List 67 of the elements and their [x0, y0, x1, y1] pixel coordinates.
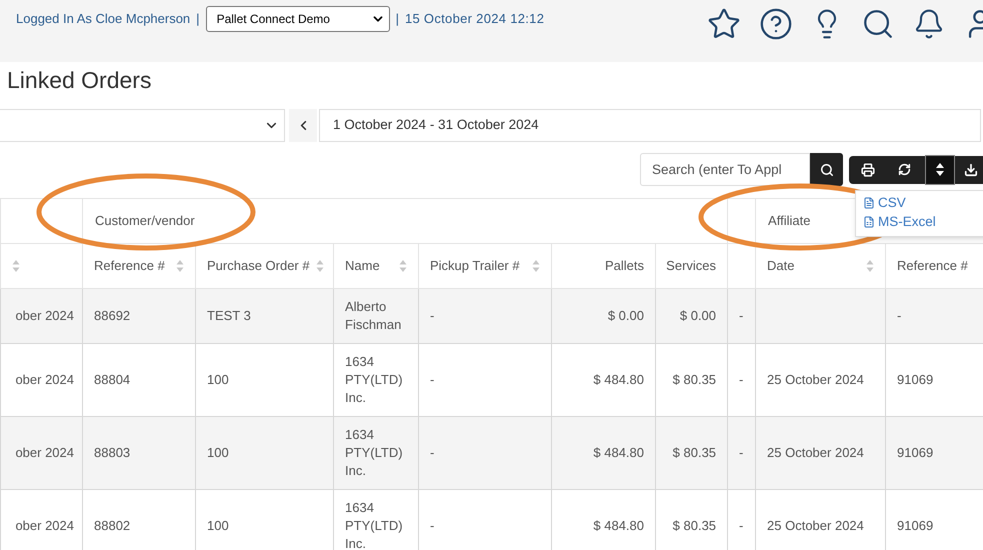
table-cell: -	[739, 308, 744, 323]
table-cell: TEST 3	[207, 308, 251, 323]
notifications-icon[interactable]	[913, 8, 945, 40]
table-cell: 88804	[94, 372, 130, 387]
table-cell: 1634 PTY(LTD) Inc.	[345, 354, 403, 405]
table-cell: -	[739, 372, 744, 387]
table-cell: 88692	[94, 308, 130, 323]
table-cell: 91069	[897, 372, 934, 387]
separator: |	[196, 10, 200, 28]
group-header: Customer/vendor	[95, 213, 195, 228]
table-cell: $ 484.80	[593, 518, 644, 533]
toggle-columns-button[interactable]	[925, 154, 955, 184]
table-cell: $ 0.00	[608, 308, 644, 323]
table-cell: -	[897, 308, 902, 323]
search-icon[interactable]	[861, 7, 895, 41]
table-cell: 100	[207, 518, 229, 533]
table-cell: ober 2024	[15, 372, 74, 387]
star-icon[interactable]	[707, 7, 741, 41]
table-cell: 91069	[897, 445, 934, 460]
table-cell: $ 80.35	[672, 445, 716, 460]
page-title: Linked Orders	[7, 66, 152, 95]
search-button[interactable]	[810, 153, 843, 186]
table-cell: 100	[207, 372, 229, 387]
date-time-text: 15 October 2024 12:12	[404, 10, 544, 28]
organization-select[interactable]: Pallet Connect Demo	[206, 6, 390, 32]
table-cell: $ 80.35	[672, 372, 716, 387]
table-cell: -	[430, 308, 434, 323]
printer-icon	[861, 162, 875, 176]
table-cell: -	[739, 518, 744, 533]
table-cell: 25 October 2024	[767, 445, 864, 460]
table-cell: 1634 PTY(LTD) Inc.	[345, 500, 403, 550]
export-menu-item[interactable]: MS-Excel	[863, 212, 983, 231]
separator: |	[396, 10, 399, 28]
table-cell: ober 2024	[15, 308, 74, 323]
table-cell: Alberto Fischman	[345, 299, 402, 332]
download-icon	[964, 162, 978, 176]
file-icon	[863, 196, 875, 208]
column-header[interactable]: Name	[345, 256, 380, 276]
export-menu-item[interactable]: CSV	[863, 193, 983, 212]
search-icon	[820, 162, 834, 176]
table-cell: -	[430, 518, 434, 533]
table-cell: 100	[207, 445, 229, 460]
date-range-field[interactable]: 1 October 2024 - 31 October 2024	[319, 109, 981, 142]
table-cell: -	[430, 445, 434, 460]
table-cell: -	[430, 372, 434, 387]
column-header[interactable]: Pallets	[604, 256, 644, 276]
table-cell: ober 2024	[15, 518, 74, 533]
table-cell: 88802	[94, 518, 130, 533]
table-cell: ober 2024	[15, 445, 74, 460]
table-cell: $ 0.00	[680, 308, 716, 323]
table-cell: $ 80.35	[672, 518, 716, 533]
logged-in-text: Logged In As Cloe Mcpherson	[16, 10, 190, 28]
search-field[interactable]: Search (enter To Appl	[640, 153, 810, 186]
table-cell: 1634 PTY(LTD) Inc.	[345, 427, 403, 478]
table-cell: 88803	[94, 445, 130, 460]
table-cell: $ 484.80	[593, 372, 644, 387]
group-header: Affiliate	[768, 213, 810, 228]
help-icon[interactable]	[759, 7, 793, 41]
table-cell: -	[739, 445, 744, 460]
table-cell: 91069	[897, 518, 934, 533]
table-cell: $ 484.80	[593, 445, 644, 460]
spreadsheet-icon	[863, 216, 875, 228]
sort-icon	[936, 163, 944, 176]
table-cell: 25 October 2024	[767, 372, 864, 387]
table-cell: 25 October 2024	[767, 518, 864, 533]
column-header[interactable]: Date	[767, 256, 794, 276]
refresh-icon	[898, 163, 910, 176]
